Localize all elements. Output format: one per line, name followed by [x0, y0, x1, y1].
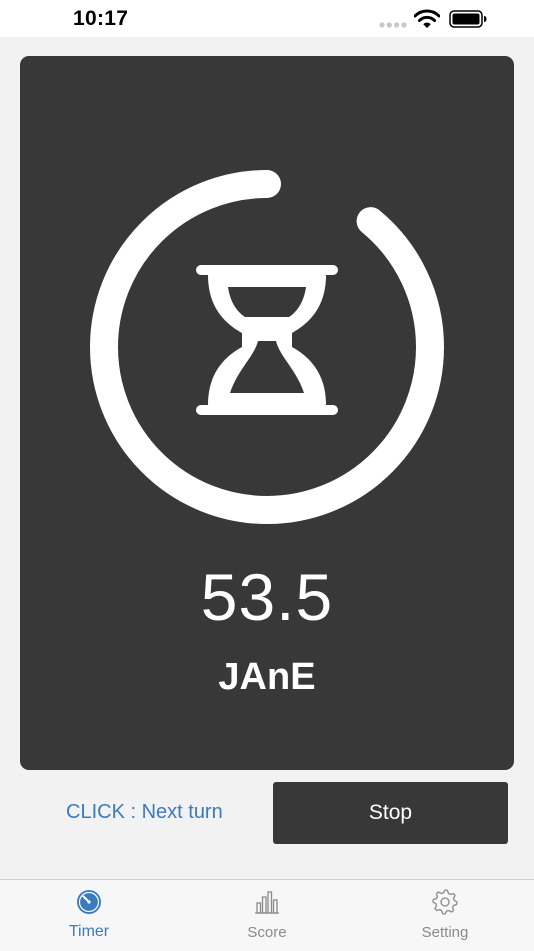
- tab-timer-label: Timer: [68, 923, 110, 940]
- tab-setting[interactable]: Setting: [356, 880, 534, 951]
- gear-icon: [432, 889, 458, 915]
- bar-chart-icon: [255, 891, 279, 914]
- status-bar: 10:17: [0, 0, 534, 37]
- timer-card[interactable]: 53.5 JAnE: [20, 56, 514, 770]
- tab-setting-label: Setting: [421, 924, 469, 941]
- tab-timer[interactable]: Timer: [0, 880, 178, 951]
- tab-score-label: Score: [247, 924, 287, 941]
- timer-value: 53.5: [200, 560, 334, 634]
- battery-icon: [449, 10, 487, 28]
- status-time: 10:17: [73, 7, 129, 30]
- stopwatch-icon: [77, 890, 101, 914]
- player-name: JAnE: [218, 656, 316, 698]
- cellular-signal-icon: [379, 22, 407, 28]
- tab-score[interactable]: Score: [178, 880, 356, 951]
- hourglass-icon: [196, 265, 338, 415]
- wifi-icon: [414, 9, 440, 28]
- tab-bar: Timer Score Setting: [0, 879, 534, 951]
- next-turn-link[interactable]: CLICK : Next turn: [66, 801, 223, 824]
- stop-button[interactable]: Stop: [273, 782, 508, 844]
